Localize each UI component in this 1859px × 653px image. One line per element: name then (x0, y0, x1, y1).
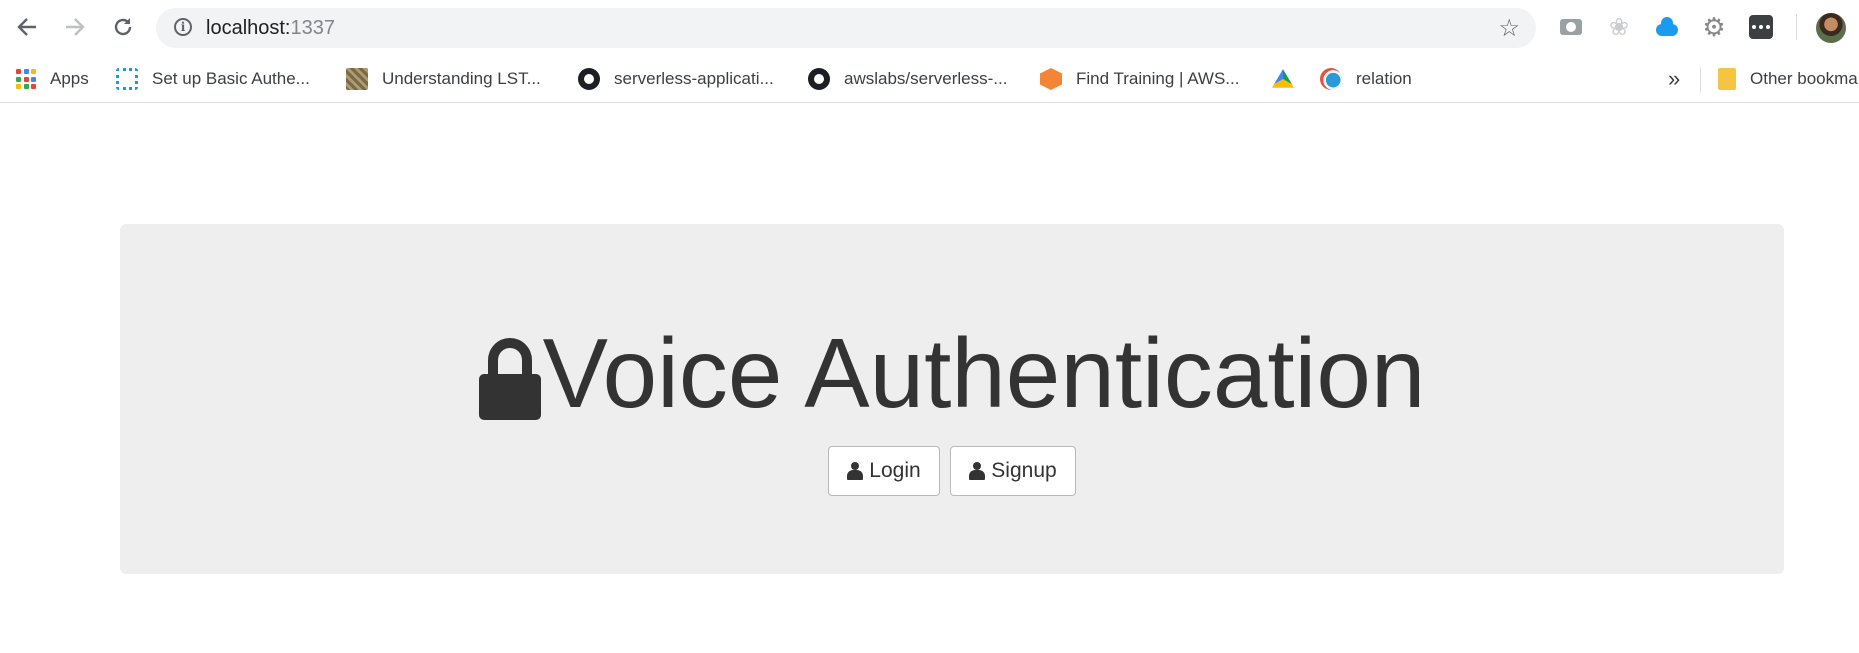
bookmark-relation[interactable]: relation (1320, 56, 1412, 102)
signup-button[interactable]: Signup (950, 446, 1076, 496)
arrow-right-icon (66, 18, 85, 36)
forward-button[interactable] (58, 10, 92, 44)
address-bar[interactable]: i localhost:1337 ☆ (156, 8, 1536, 48)
lock-icon (478, 338, 541, 420)
bookmark-apps[interactable]: Apps (16, 56, 89, 102)
github-icon (578, 68, 600, 90)
bookmark-awslabs-serverless[interactable]: awslabs/serverless-... (808, 56, 1007, 102)
github-icon (808, 68, 830, 90)
page-title-text: Voice Authentication (542, 318, 1426, 428)
bookmark-label: awslabs/serverless-... (844, 69, 1008, 88)
url-port: 1337 (290, 17, 336, 39)
browser-toolbar: i localhost:1337 ☆ ❀ ⚙ (0, 0, 1859, 56)
aws-icon (1040, 68, 1062, 90)
url-text[interactable]: localhost:1337 (206, 17, 335, 40)
bookmark-label: Other bookma (1750, 69, 1858, 88)
bookmarks-overflow-button[interactable]: » (1668, 66, 1680, 92)
bookmark-label: Apps (50, 69, 89, 88)
bookmark-label: Set up Basic Authe... (152, 69, 310, 88)
lstm-thumbnail-icon (346, 68, 368, 90)
user-icon (969, 462, 986, 480)
apps-grid-icon (16, 69, 36, 89)
google-drive-icon (1272, 69, 1294, 88)
bookmark-other-bookmarks[interactable]: Other bookma (1718, 56, 1858, 102)
jumbotron: Voice Authentication Login Signup (120, 224, 1784, 574)
bookmark-basic-auth[interactable]: Set up Basic Authe... (116, 56, 310, 102)
bookmark-label: relation (1356, 69, 1412, 88)
cloud-icon[interactable] (1654, 14, 1680, 40)
bookmark-label: Find Training | AWS... (1076, 69, 1240, 88)
bookmark-label: Understanding LST... (382, 69, 541, 88)
dots-icon[interactable] (1748, 14, 1774, 40)
bookmarks-bar: Apps Set up Basic Authe... Understanding… (0, 56, 1859, 103)
gear-icon[interactable]: ⚙ (1701, 12, 1727, 42)
info-icon[interactable]: i (174, 18, 192, 36)
bookmark-find-training-aws[interactable]: Find Training | AWS... (1040, 56, 1239, 102)
arrow-left-icon (17, 18, 36, 36)
bookmarks-divider (1700, 68, 1701, 92)
login-button[interactable]: Login (828, 446, 940, 496)
folder-icon (1718, 68, 1736, 90)
page-title: Voice Authentication (120, 324, 1784, 422)
toolbar-divider (1796, 14, 1797, 40)
nodes-icon (116, 68, 138, 90)
camera-icon[interactable] (1558, 14, 1584, 40)
back-button[interactable] (10, 10, 44, 44)
bookmark-understanding-lstm[interactable]: Understanding LST... (346, 56, 541, 102)
bookmark-serverless-application[interactable]: serverless-applicati... (578, 56, 774, 102)
url-host: localhost: (206, 17, 291, 39)
auth-button-group: Login Signup (120, 446, 1784, 496)
bookmark-google-drive[interactable] (1272, 56, 1308, 102)
avatar[interactable] (1816, 13, 1846, 43)
flower-icon[interactable]: ❀ (1606, 14, 1632, 41)
login-label: Login (869, 459, 921, 482)
bookmark-label: serverless-applicati... (614, 69, 774, 88)
star-icon[interactable]: ☆ (1498, 14, 1520, 43)
user-icon (847, 462, 864, 480)
reload-icon (114, 18, 132, 36)
reload-button[interactable] (106, 10, 140, 44)
signup-label: Signup (991, 459, 1057, 482)
relation-icon (1320, 68, 1342, 90)
